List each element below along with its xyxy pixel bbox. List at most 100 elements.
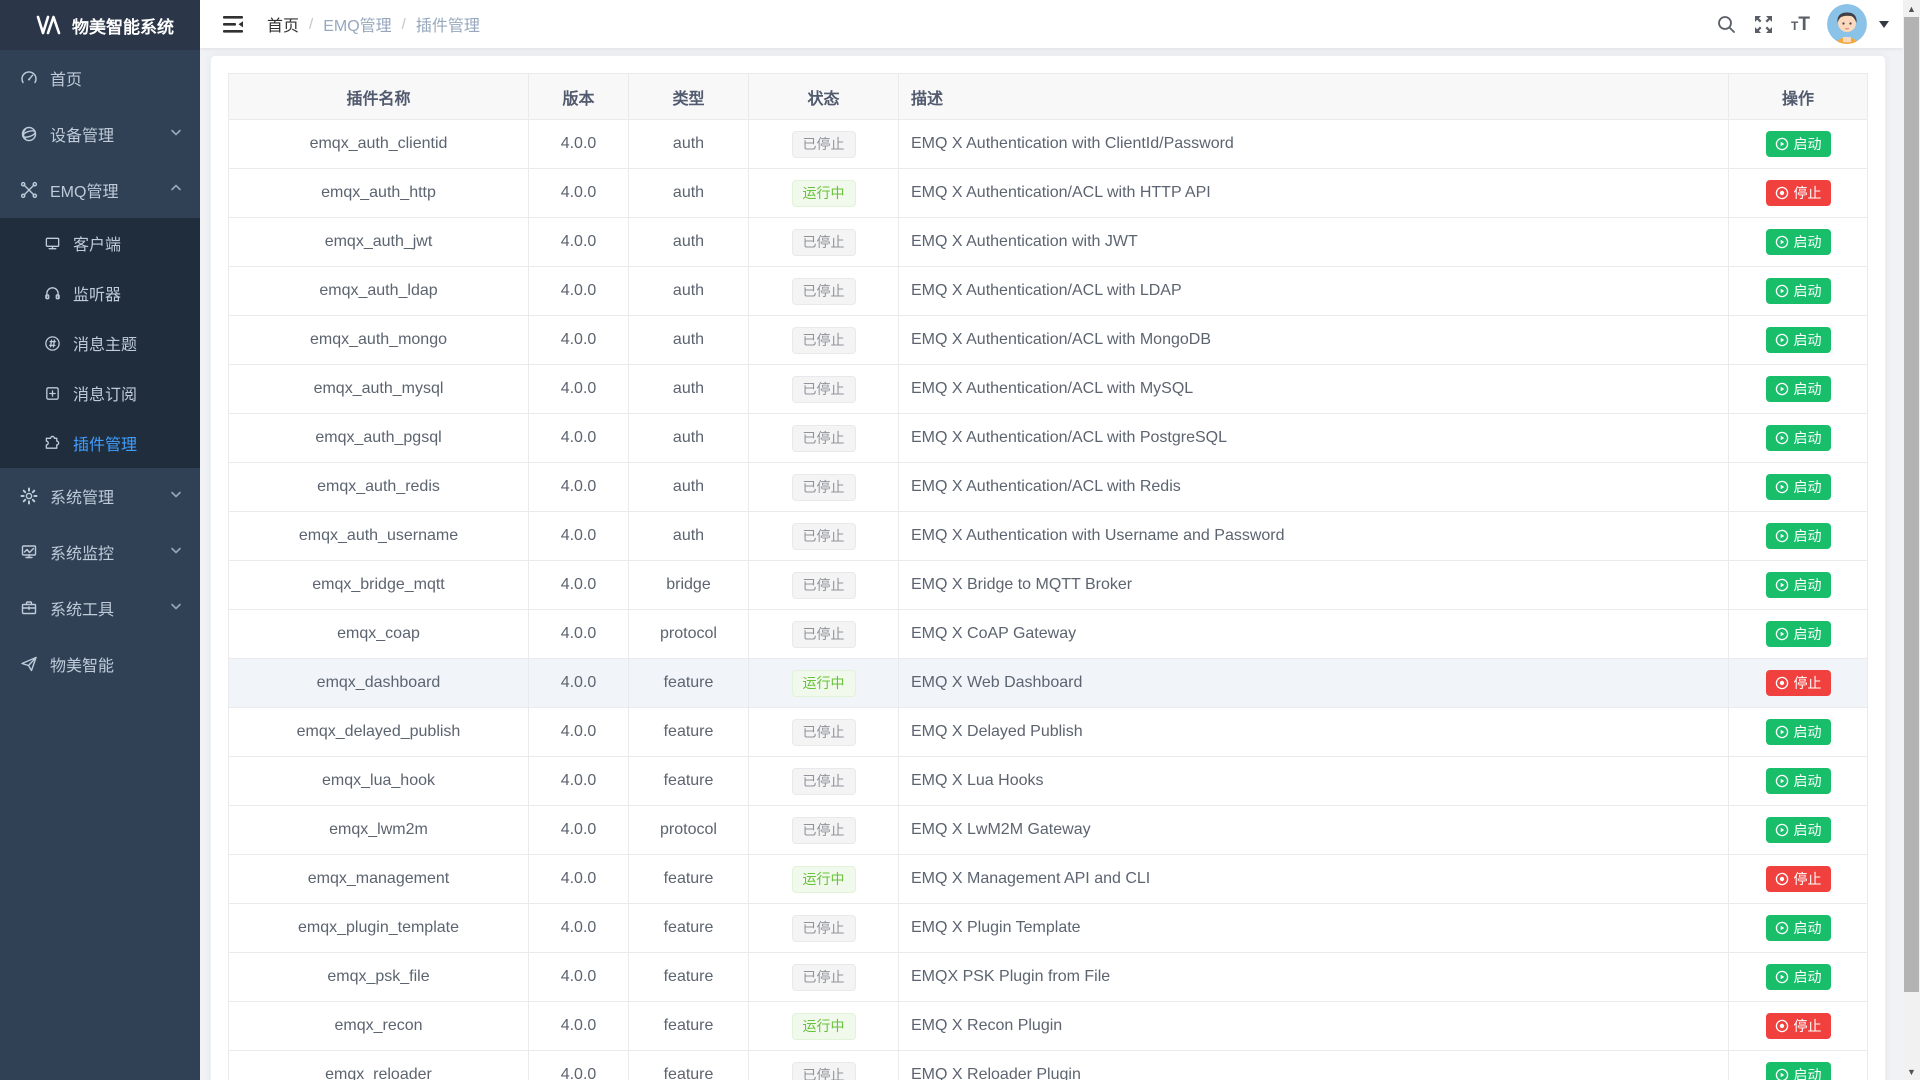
sidebar-toggle-button[interactable] <box>217 10 249 39</box>
breadcrumb-home[interactable]: 首页 <box>267 12 299 36</box>
start-button[interactable]: 启动 <box>1766 376 1831 402</box>
plugin-name-cell: emqx_auth_mysql <box>229 365 529 414</box>
dashboard-icon <box>20 69 38 87</box>
column-header-version: 版本 <box>529 74 629 120</box>
table-row: emqx_auth_clientid4.0.0auth已停止EMQ X Auth… <box>229 120 1868 169</box>
sidebar-item-wumei[interactable]: 物美智能 <box>0 636 200 692</box>
plugin-action-cell: 停止 <box>1729 659 1868 708</box>
chevron-down-icon <box>170 487 182 505</box>
start-button[interactable]: 启动 <box>1766 1062 1831 1080</box>
stop-circle-icon <box>1775 186 1789 200</box>
scroll-down-arrow-icon[interactable]: ▼ <box>1903 1063 1920 1080</box>
start-button[interactable]: 启动 <box>1766 768 1831 794</box>
start-button[interactable]: 启动 <box>1766 964 1831 990</box>
font-size-icon[interactable]: TT <box>1782 0 1819 48</box>
sidebar-item-label: 监听器 <box>73 281 121 305</box>
start-button[interactable]: 启动 <box>1766 425 1831 451</box>
column-header-status: 状态 <box>749 74 899 120</box>
sidebar-item-subscriptions[interactable]: 消息订阅 <box>0 368 200 418</box>
plugin-status-cell: 已停止 <box>749 708 899 757</box>
plugin-version-cell: 4.0.0 <box>529 267 629 316</box>
plugin-desc-cell: EMQ X Reloader Plugin <box>899 1051 1729 1080</box>
plugin-type-cell: auth <box>629 169 749 218</box>
plugin-type-cell: auth <box>629 218 749 267</box>
headphones-icon <box>44 285 61 302</box>
sidebar-item-plugins[interactable]: 插件管理 <box>0 418 200 468</box>
avatar[interactable] <box>1827 4 1867 44</box>
status-badge: 已停止 <box>792 327 856 354</box>
sidebar-item-emq[interactable]: EMQ管理 <box>0 162 200 218</box>
sidebar-item-monitor[interactable]: 系统监控 <box>0 524 200 580</box>
stop-circle-icon <box>1775 872 1789 886</box>
start-button[interactable]: 启动 <box>1766 327 1831 353</box>
user-menu[interactable] <box>1827 4 1889 44</box>
stop-button[interactable]: 停止 <box>1766 1013 1831 1039</box>
sidebar-item-label: 设备管理 <box>50 122 114 146</box>
stop-button[interactable]: 停止 <box>1766 670 1831 696</box>
sidebar-item-home[interactable]: 首页 <box>0 50 200 106</box>
plugin-type-cell: protocol <box>629 610 749 659</box>
breadcrumb: 首页 / EMQ管理 / 插件管理 <box>267 12 480 36</box>
table-row: emqx_plugin_template4.0.0feature已停止EMQ X… <box>229 904 1868 953</box>
sidebar-item-tools[interactable]: 系统工具 <box>0 580 200 636</box>
play-circle-icon <box>1775 774 1789 788</box>
table-row: emqx_management4.0.0feature运行中EMQ X Mana… <box>229 855 1868 904</box>
emq-submenu: 客户端 监听器 消息主题 消息订阅 <box>0 218 200 468</box>
paper-plane-icon <box>20 655 38 673</box>
scrollbar-thumb[interactable] <box>1904 17 1919 992</box>
plugin-type-cell: auth <box>629 120 749 169</box>
plugin-table: 插件名称 版本 类型 状态 描述 操作 emqx_auth_clientid4.… <box>228 73 1868 1080</box>
plugin-name-cell: emqx_auth_clientid <box>229 120 529 169</box>
plugin-desc-cell: EMQ X Authentication with Username and P… <box>899 512 1729 561</box>
plugin-status-cell: 已停止 <box>749 904 899 953</box>
plugin-desc-cell: EMQ X Authentication with ClientId/Passw… <box>899 120 1729 169</box>
plugin-action-cell: 启动 <box>1729 218 1868 267</box>
status-badge: 运行中 <box>792 1013 856 1040</box>
stop-button[interactable]: 停止 <box>1766 866 1831 892</box>
stop-button[interactable]: 停止 <box>1766 180 1831 206</box>
breadcrumb-emq: EMQ管理 <box>323 12 391 36</box>
plugin-status-cell: 已停止 <box>749 414 899 463</box>
plugin-action-cell: 启动 <box>1729 463 1868 512</box>
start-button[interactable]: 启动 <box>1766 131 1831 157</box>
plugin-action-cell: 启动 <box>1729 512 1868 561</box>
plugin-status-cell: 已停止 <box>749 1051 899 1080</box>
sidebar-item-devices[interactable]: 设备管理 <box>0 106 200 162</box>
sidebar-item-system[interactable]: 系统管理 <box>0 468 200 524</box>
sidebar-item-topics[interactable]: 消息主题 <box>0 318 200 368</box>
play-circle-icon <box>1775 284 1789 298</box>
app-logo[interactable]: 物美智能系统 <box>0 0 200 50</box>
plugin-table-card: 插件名称 版本 类型 状态 描述 操作 emqx_auth_clientid4.… <box>210 55 1886 1080</box>
table-row: emqx_auth_jwt4.0.0auth已停止EMQ X Authentic… <box>229 218 1868 267</box>
plugin-desc-cell: EMQ X Authentication with JWT <box>899 218 1729 267</box>
start-button[interactable]: 启动 <box>1766 817 1831 843</box>
plugin-action-cell: 启动 <box>1729 267 1868 316</box>
start-button[interactable]: 启动 <box>1766 915 1831 941</box>
plugin-name-cell: emqx_coap <box>229 610 529 659</box>
plugin-version-cell: 4.0.0 <box>529 1051 629 1080</box>
plugin-action-cell: 启动 <box>1729 904 1868 953</box>
status-badge: 已停止 <box>792 376 856 403</box>
sidebar-item-label: 插件管理 <box>73 431 137 455</box>
main-content: 插件名称 版本 类型 状态 描述 操作 emqx_auth_clientid4.… <box>200 48 1903 1080</box>
start-button[interactable]: 启动 <box>1766 474 1831 500</box>
column-header-type: 类型 <box>629 74 749 120</box>
start-button[interactable]: 启动 <box>1766 229 1831 255</box>
start-button[interactable]: 启动 <box>1766 572 1831 598</box>
start-button[interactable]: 启动 <box>1766 278 1831 304</box>
brand-icon <box>36 15 62 35</box>
scroll-up-arrow-icon[interactable]: ▲ <box>1903 0 1920 17</box>
plugin-action-cell: 启动 <box>1729 806 1868 855</box>
plugin-version-cell: 4.0.0 <box>529 610 629 659</box>
status-badge: 已停止 <box>792 425 856 452</box>
search-icon[interactable] <box>1708 0 1745 48</box>
start-button[interactable]: 启动 <box>1766 523 1831 549</box>
status-badge: 已停止 <box>792 719 856 746</box>
sidebar-menu: 首页 设备管理 EMQ管理 客户端 <box>0 50 200 692</box>
sidebar-item-clients[interactable]: 客户端 <box>0 218 200 268</box>
start-button[interactable]: 启动 <box>1766 719 1831 745</box>
start-button[interactable]: 启动 <box>1766 621 1831 647</box>
fullscreen-icon[interactable] <box>1745 0 1782 48</box>
plugin-name-cell: emqx_auth_redis <box>229 463 529 512</box>
sidebar-item-listeners[interactable]: 监听器 <box>0 268 200 318</box>
